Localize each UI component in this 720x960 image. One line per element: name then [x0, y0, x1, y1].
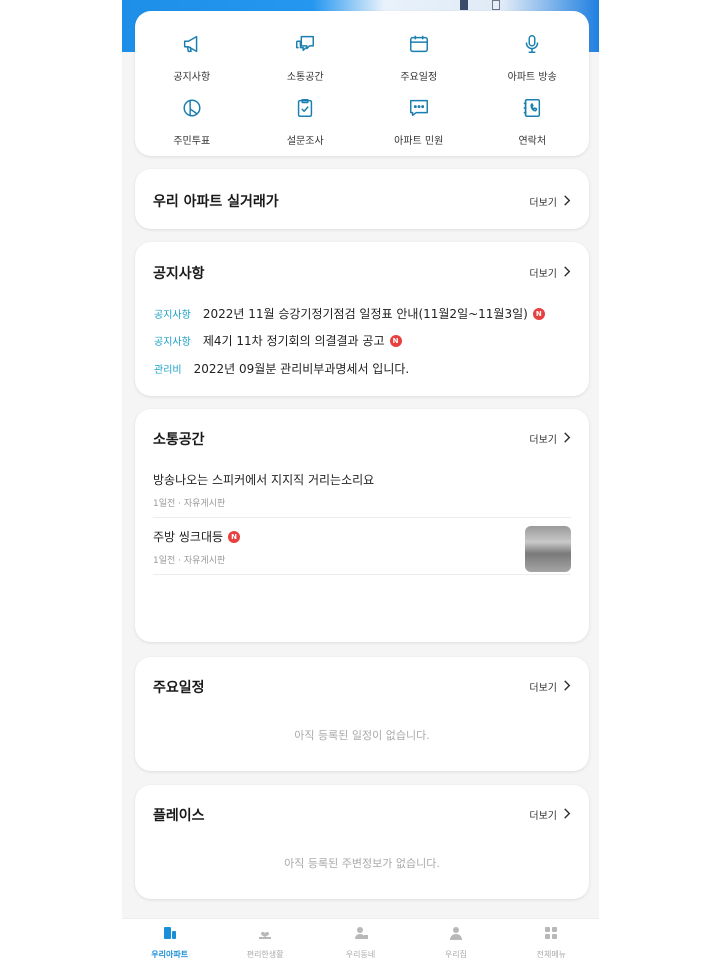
- menu-item-label: 주요일정: [400, 72, 438, 83]
- more-button[interactable]: 더보기: [529, 679, 571, 694]
- notice-item[interactable]: 공지사항 2022년 11월 승강기정기점검 일정표 안내(11월2일~11월3…: [154, 305, 545, 322]
- menu-item-vote[interactable]: 주민투표: [135, 97, 249, 147]
- more-label: 더보기: [529, 435, 557, 446]
- menu-item-complaint[interactable]: 아파트 민원: [362, 97, 476, 147]
- tab-all-menu[interactable]: 전체메뉴: [504, 919, 599, 960]
- more-label: 더보기: [529, 198, 557, 209]
- calendar-icon: [408, 33, 430, 59]
- section-title: 주요일정: [153, 680, 205, 696]
- notices-card: 공지사항 더보기 공지사항 2022년 11월 승강기정기점검 일정표 안내(1…: [135, 242, 589, 396]
- menu-item-notice[interactable]: 공지사항: [135, 33, 249, 83]
- vote-icon: [181, 97, 203, 123]
- chevron-right-icon: [563, 431, 571, 446]
- notice-tag: 관리비: [154, 365, 182, 376]
- app-screen: 공지사항 소통공간 주요일정 아파트 방송 주민투표 설문조사 아파트 민원 연…: [122, 0, 599, 960]
- post-thumbnail[interactable]: [525, 526, 571, 572]
- schedule-card: 주요일정 더보기 아직 등록된 일정이 없습니다.: [135, 657, 589, 771]
- phone-book-icon: [521, 97, 543, 123]
- menu-item-label: 아파트 방송: [507, 72, 557, 83]
- menu-item-label: 아파트 민원: [394, 136, 444, 147]
- chevron-right-icon: [563, 679, 571, 694]
- menu-item-label: 설문조사: [286, 136, 324, 147]
- post-title-row: 주방 씽크대등 N: [153, 528, 571, 545]
- places-card: 플레이스 더보기 아직 등록된 주변정보가 없습니다.: [135, 785, 589, 899]
- person-icon: [448, 925, 464, 945]
- more-button[interactable]: 더보기: [529, 194, 571, 209]
- menu-item-community[interactable]: 소통공간: [249, 33, 363, 83]
- more-label: 더보기: [529, 269, 557, 280]
- banner-decoration: [492, 0, 500, 10]
- empty-message: 아직 등록된 주변정보가 없습니다.: [284, 857, 440, 870]
- menu-item-survey[interactable]: 설문조사: [249, 97, 363, 147]
- notice-tag: 공지사항: [154, 310, 191, 321]
- section-title: 플레이스: [153, 808, 205, 824]
- tab-label: 우리동네: [345, 950, 376, 959]
- chat-bubbles-icon: [294, 33, 316, 59]
- message-dots-icon: [408, 97, 430, 123]
- new-badge: N: [389, 334, 402, 347]
- notice-item[interactable]: 관리비 2022년 09월분 관리비부과명세서 입니다.: [154, 360, 409, 377]
- menu-item-label: 소통공간: [286, 72, 324, 83]
- clipboard-check-icon: [294, 97, 316, 123]
- megaphone-icon: [181, 33, 203, 59]
- section-title: 공지사항: [153, 266, 205, 282]
- section-title: 우리 아파트 실거래가: [153, 194, 279, 210]
- more-button[interactable]: 더보기: [529, 807, 571, 822]
- chevron-right-icon: [563, 194, 571, 209]
- more-label: 더보기: [529, 811, 557, 822]
- notice-item[interactable]: 공지사항 제4기 11차 정기회의 의결결과 공고 N: [154, 332, 402, 349]
- menu-item-broadcast[interactable]: 아파트 방송: [476, 33, 590, 83]
- section-title: 소통공간: [153, 432, 205, 448]
- notice-tag: 공지사항: [154, 337, 191, 348]
- tab-convenient-life[interactable]: 편리한생활: [217, 919, 312, 960]
- bottom-tab-bar: 우리아파트 편리한생활 우리동네 우리집 전체메뉴: [122, 918, 599, 960]
- new-badge: N: [532, 307, 545, 320]
- tab-label: 우리아파트: [151, 950, 189, 959]
- quick-menu-grid: 공지사항 소통공간 주요일정 아파트 방송 주민투표 설문조사 아파트 민원 연…: [135, 33, 589, 147]
- neighborhood-icon: [353, 925, 369, 945]
- tab-neighborhood[interactable]: 우리동네: [313, 919, 408, 960]
- chevron-right-icon: [563, 265, 571, 280]
- tab-our-apartment[interactable]: 우리아파트: [122, 919, 217, 960]
- more-button[interactable]: 더보기: [529, 265, 571, 280]
- post-meta: 1일전 · 자유게시판: [153, 556, 226, 566]
- tab-my-home[interactable]: 우리집: [408, 919, 503, 960]
- empty-message: 아직 등록된 일정이 없습니다.: [294, 729, 430, 742]
- microphone-icon: [521, 33, 543, 59]
- hand-heart-icon: [257, 925, 273, 945]
- post-item[interactable]: 주방 씽크대등 N 1일전 · 자유게시판: [153, 526, 571, 575]
- new-badge: N: [228, 530, 241, 543]
- quick-menu-card: 공지사항 소통공간 주요일정 아파트 방송 주민투표 설문조사 아파트 민원 연…: [135, 11, 589, 156]
- apartment-icon: [162, 925, 178, 945]
- community-card: 소통공간 더보기 방송나오는 스피커에서 지지직 거리는소리요 1일전 · 자유…: [135, 409, 589, 642]
- notice-text: 2022년 09월분 관리비부과명세서 입니다.: [193, 362, 410, 376]
- menu-item-contacts[interactable]: 연락처: [476, 97, 590, 147]
- menu-item-schedule[interactable]: 주요일정: [362, 33, 476, 83]
- banner-decoration: [460, 0, 468, 10]
- tab-label: 전체메뉴: [536, 950, 567, 959]
- menu-item-label: 공지사항: [173, 72, 211, 83]
- notice-text: 제4기 11차 정기회의 의결결과 공고: [202, 334, 385, 348]
- notice-text: 2022년 11월 승강기정기점검 일정표 안내(11월2일~11월3일): [202, 307, 528, 321]
- post-title: 방송나오는 스피커에서 지지직 거리는소리요: [153, 473, 375, 487]
- post-title: 주방 씽크대등: [153, 530, 224, 544]
- transactions-card[interactable]: 우리 아파트 실거래가 더보기: [135, 169, 589, 229]
- post-meta: 1일전 · 자유게시판: [153, 499, 226, 509]
- tab-label: 우리집: [444, 950, 467, 959]
- menu-item-label: 주민투표: [173, 136, 211, 147]
- post-item[interactable]: 방송나오는 스피커에서 지지직 거리는소리요 1일전 · 자유게시판: [153, 471, 571, 518]
- more-label: 더보기: [529, 683, 557, 694]
- more-button[interactable]: 더보기: [529, 431, 571, 446]
- tab-label: 편리한생활: [246, 950, 284, 959]
- menu-item-label: 연락처: [518, 136, 547, 147]
- chevron-right-icon: [563, 807, 571, 822]
- grid-menu-icon: [543, 925, 559, 945]
